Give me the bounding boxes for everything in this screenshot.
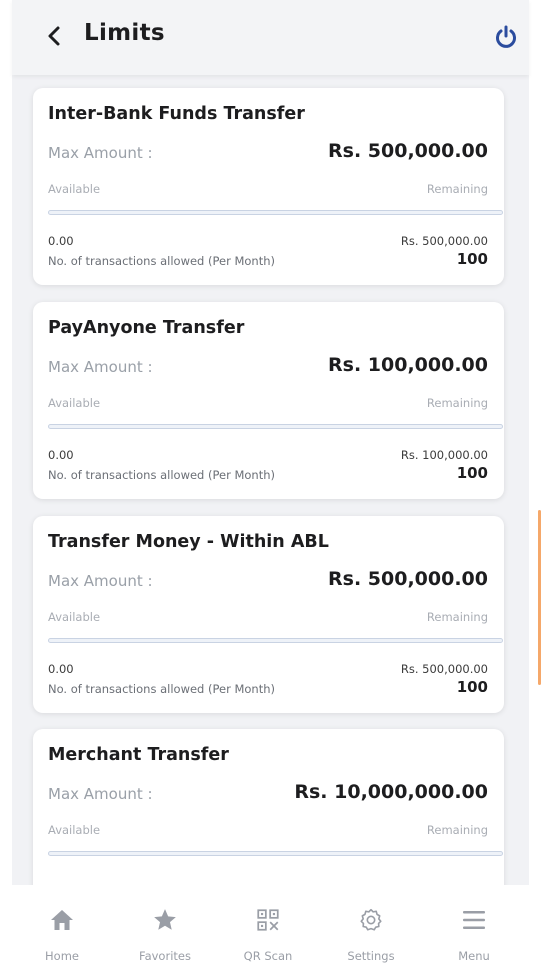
limit-progress-bar: [48, 424, 503, 429]
back-button[interactable]: [40, 22, 68, 50]
chevron-left-icon: [48, 26, 60, 46]
max-amount-label: Max Amount :: [48, 358, 153, 376]
card-title: Transfer Money - Within ABL: [48, 532, 329, 552]
card-title: PayAnyone Transfer: [48, 318, 245, 338]
transactions-allowed-value: 100: [456, 464, 488, 482]
remaining-amount: Rs. 100,000.00: [400, 448, 488, 462]
max-amount-label: Max Amount :: [48, 572, 153, 590]
used-amount: 0.00: [48, 662, 74, 676]
transactions-allowed-label: No. of transactions allowed (Per Month): [48, 682, 276, 696]
limit-progress-bar: [48, 851, 503, 856]
limit-card-merchant: Merchant Transfer Max Amount : Rs. 10,00…: [33, 729, 504, 885]
qr-code-icon: [257, 909, 279, 931]
max-amount-label: Max Amount :: [48, 144, 153, 162]
transactions-allowed-label: No. of transactions allowed (Per Month): [48, 254, 276, 268]
nav-item-qr-scan[interactable]: QR Scan: [218, 885, 318, 977]
card-title: Inter-Bank Funds Transfer: [48, 104, 305, 124]
nav-item-menu[interactable]: Menu: [424, 885, 524, 977]
top-bar: Limits: [12, 0, 529, 75]
available-label: Available: [48, 610, 101, 624]
limit-card-payanyone: PayAnyone Transfer Max Amount : Rs. 100,…: [33, 302, 504, 499]
star-icon: [154, 909, 176, 930]
transactions-allowed-value: 100: [456, 678, 488, 696]
nav-item-home[interactable]: Home: [12, 885, 112, 977]
max-amount-label: Max Amount :: [48, 785, 153, 803]
used-amount: 0.00: [48, 448, 74, 462]
max-amount-value: Rs. 500,000.00: [328, 140, 488, 162]
nav-item-settings[interactable]: Settings: [321, 885, 421, 977]
max-amount-value: Rs. 10,000,000.00: [294, 781, 488, 803]
power-icon: [496, 25, 516, 48]
limits-list[interactable]: Inter-Bank Funds Transfer Max Amount : R…: [12, 75, 529, 885]
max-amount-value: Rs. 100,000.00: [328, 354, 488, 376]
remaining-amount: Rs. 500,000.00: [400, 662, 488, 676]
limit-card-inter-bank: Inter-Bank Funds Transfer Max Amount : R…: [33, 88, 504, 285]
remaining-label: Remaining: [426, 823, 488, 837]
limit-card-within-abl: Transfer Money - Within ABL Max Amount :…: [33, 516, 504, 713]
nav-label-favorites: Favorites: [139, 949, 191, 963]
max-amount-value: Rs. 500,000.00: [328, 568, 488, 590]
transactions-allowed-value: 100: [456, 250, 488, 268]
home-icon: [51, 910, 73, 930]
gear-icon: [360, 908, 382, 931]
remaining-label: Remaining: [426, 182, 488, 196]
nav-label-menu: Menu: [458, 949, 490, 963]
hamburger-menu-icon: [463, 911, 485, 929]
transactions-allowed-label: No. of transactions allowed (Per Month): [48, 468, 276, 482]
page-title: Limits: [84, 20, 165, 46]
nav-label-settings: Settings: [347, 949, 395, 963]
remaining-amount: Rs. 500,000.00: [400, 234, 488, 248]
nav-label-qr-scan: QR Scan: [243, 949, 293, 963]
remaining-label: Remaining: [426, 610, 488, 624]
nav-label-home: Home: [45, 949, 79, 963]
limit-progress-bar: [48, 638, 503, 643]
available-label: Available: [48, 823, 101, 837]
available-label: Available: [48, 396, 101, 410]
nav-item-favorites[interactable]: Favorites: [115, 885, 215, 977]
logout-button[interactable]: [491, 22, 521, 52]
available-label: Available: [48, 182, 101, 196]
limit-progress-bar: [48, 210, 503, 215]
bottom-navigation: Home Favorites QR Scan Settings Menu: [12, 885, 529, 977]
used-amount: 0.00: [48, 234, 74, 248]
remaining-label: Remaining: [426, 396, 488, 410]
card-title: Merchant Transfer: [48, 745, 229, 765]
